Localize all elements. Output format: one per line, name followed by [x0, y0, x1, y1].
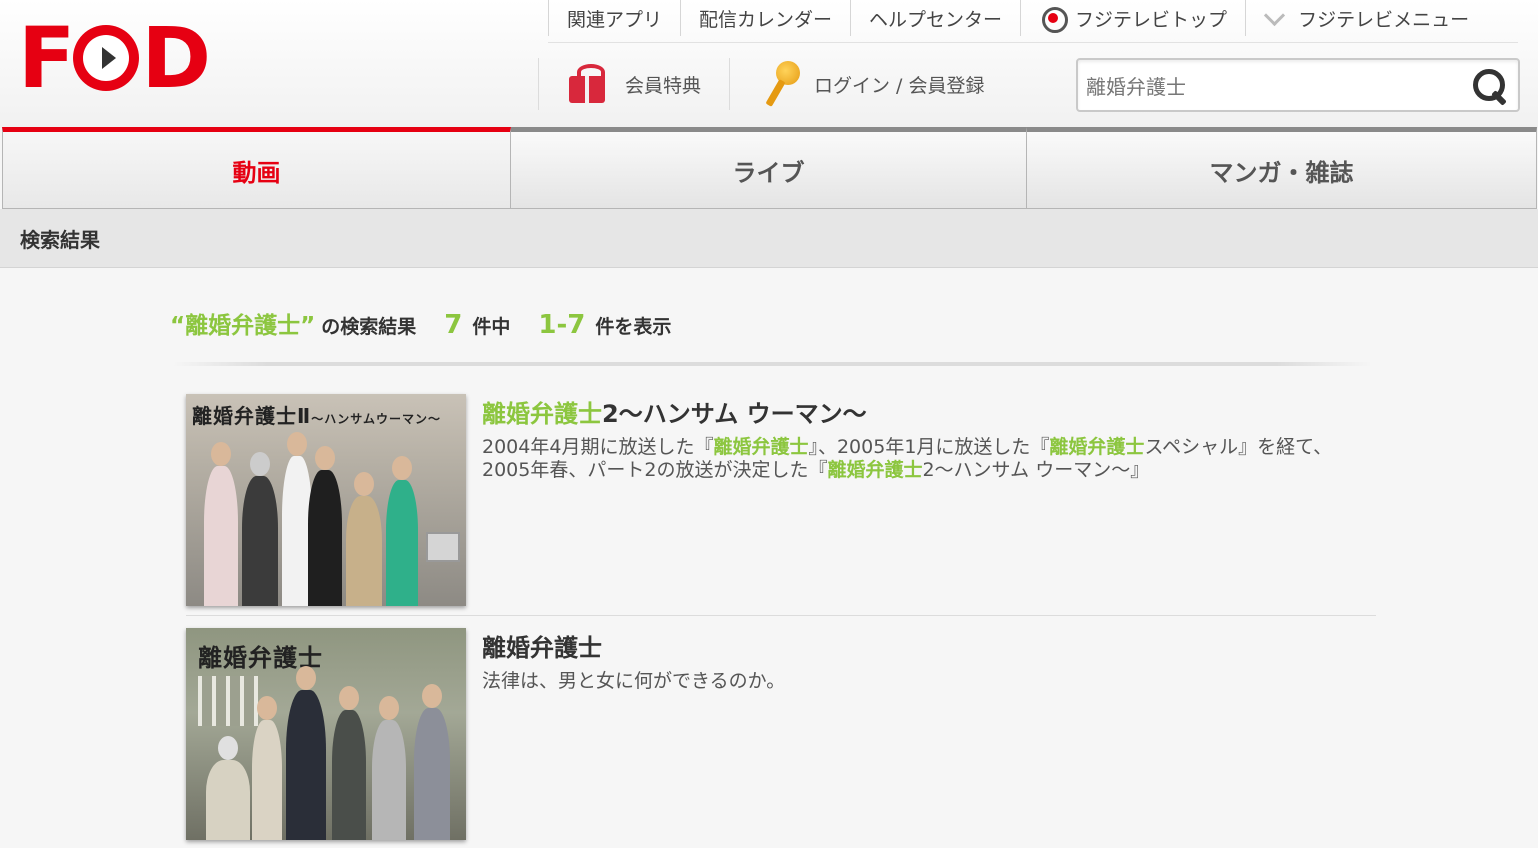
- result-range-suffix: 件を表示: [595, 316, 672, 338]
- thumbnail-figure: [372, 696, 406, 840]
- top-link-help[interactable]: ヘルプセンター: [850, 0, 1020, 36]
- play-icon: [73, 25, 140, 91]
- result-title[interactable]: 離婚弁護士2〜ハンサム ウーマン〜: [482, 394, 867, 429]
- result-description: 2004年4月期に放送した『離婚弁護士』、2005年1月に放送した『離婚弁護士ス…: [482, 436, 1333, 481]
- result-range: 1-7: [538, 310, 586, 340]
- list-item: 離婚弁護士Ⅱ〜ハンサムウーマン〜 離婚弁護士2〜ハンサム ウーマン〜 2004年…: [186, 394, 1376, 616]
- chevron-down-icon: [1264, 8, 1284, 28]
- result-thumbnail[interactable]: 離婚弁護士Ⅱ〜ハンサムウーマン〜: [186, 394, 466, 606]
- thumbnail-figure: [386, 456, 418, 606]
- top-link-apps[interactable]: 関連アプリ: [548, 0, 680, 36]
- thumbnail-figure: [286, 666, 326, 840]
- result-title[interactable]: 離婚弁護士: [482, 628, 602, 663]
- gift-icon: [567, 64, 607, 104]
- thumbnail-figure: [242, 452, 278, 606]
- search-results-label: の検索結果: [321, 316, 417, 338]
- site-header: FD 関連アプリ 配信カレンダー ヘルプセンター フジテレビトップ フジテレビメ…: [0, 0, 1538, 128]
- search-icon[interactable]: [1470, 66, 1510, 106]
- thumbnail-figure: [414, 684, 450, 840]
- result-description: 法律は、男と女に何ができるのか。: [482, 670, 786, 692]
- top-link-fujitv-top[interactable]: フジテレビトップ: [1020, 0, 1245, 36]
- tab-video[interactable]: 動画: [2, 127, 511, 209]
- top-link-calendar[interactable]: 配信カレンダー: [680, 0, 850, 36]
- thumbnail-figure: [204, 442, 238, 606]
- member-nav: 会員特典 ログイン / 会員登録: [538, 58, 1013, 110]
- thumbnail-window: [198, 676, 258, 726]
- top-link-fujitv-menu[interactable]: フジテレビメニュー: [1245, 0, 1487, 36]
- thumbnail-figure: [206, 736, 250, 840]
- thumbnail-figure: [332, 686, 366, 840]
- fod-logo[interactable]: FD: [18, 16, 211, 100]
- search-box: [1076, 58, 1520, 112]
- summary-divider: [172, 362, 1372, 366]
- result-total-suffix: 件中: [472, 316, 511, 338]
- top-links: 関連アプリ 配信カレンダー ヘルプセンター フジテレビトップ フジテレビメニュー: [548, 0, 1487, 36]
- fujitv-eye-icon: [1039, 4, 1069, 33]
- list-item: 離婚弁護士 離婚弁護士 法律は、男と女に何ができるのか。: [186, 628, 1376, 840]
- thumbnail-title: 離婚弁護士Ⅱ〜ハンサムウーマン〜: [192, 404, 441, 428]
- thumbnail-figure: [252, 696, 282, 840]
- search-input[interactable]: [1086, 66, 1466, 104]
- member-benefits-link[interactable]: 会員特典: [538, 58, 729, 110]
- breadcrumb: 検索結果: [0, 209, 1538, 268]
- breadcrumb-label: 検索結果: [20, 227, 100, 252]
- result-summary: “離婚弁護士” の検索結果 7 件中 1-7 件を表示: [170, 306, 671, 346]
- header-divider: [548, 42, 1518, 43]
- tab-live[interactable]: ライブ: [511, 127, 1027, 209]
- search-query: “離婚弁護士”: [170, 313, 316, 339]
- result-thumbnail[interactable]: 離婚弁護士: [186, 628, 466, 840]
- category-tabs: 動画 ライブ マンガ・雑誌: [2, 127, 1538, 209]
- key-icon: [758, 59, 802, 109]
- tab-manga-magazine[interactable]: マンガ・雑誌: [1027, 127, 1537, 209]
- thumbnail-figure: [346, 472, 382, 606]
- thumbnail-figure: [308, 446, 342, 606]
- result-total: 7: [444, 310, 463, 340]
- login-link[interactable]: ログイン / 会員登録: [729, 58, 1012, 110]
- thumbnail-computer: [426, 532, 460, 562]
